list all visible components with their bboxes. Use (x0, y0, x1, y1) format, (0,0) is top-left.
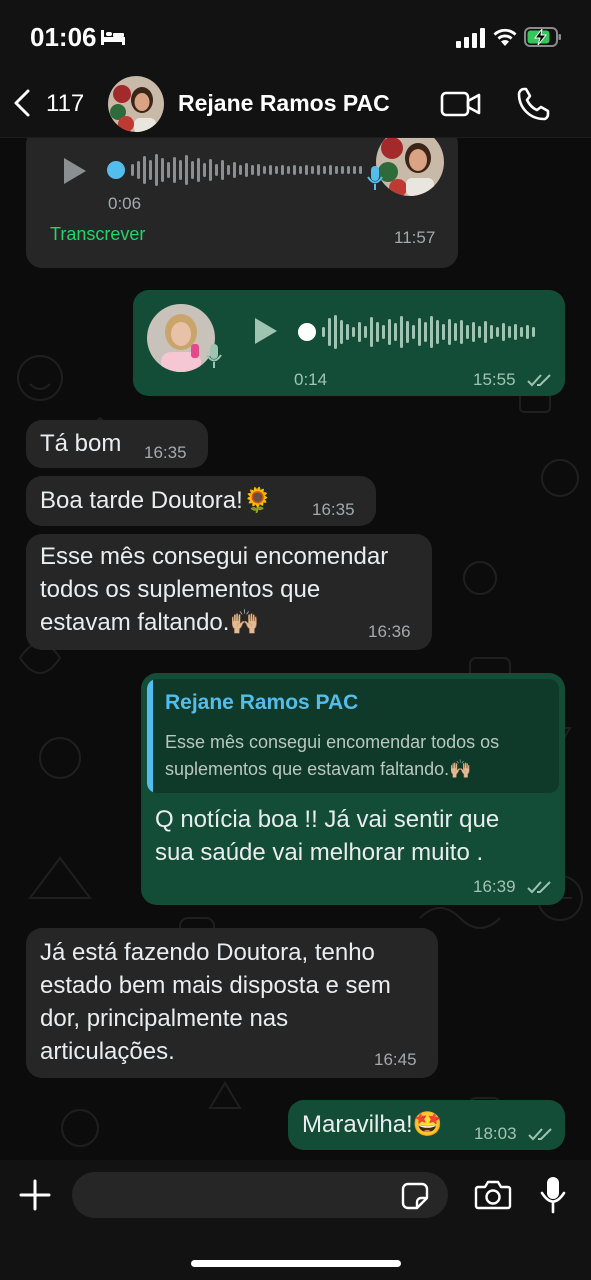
message-incoming[interactable]: Boa tarde Doutora!🌻 16:35 (26, 476, 376, 526)
phone-icon[interactable] (516, 86, 550, 122)
wifi-icon (493, 28, 517, 46)
play-icon[interactable] (60, 156, 88, 186)
mic-icon (367, 166, 383, 190)
quoted-message[interactable]: Rejane Ramos PAC Esse mês consegui encom… (147, 679, 559, 793)
chat-area[interactable]: 0:06 Transcrever 11:57 0:14 15:55 Tá bom… (0, 138, 591, 1160)
message-incoming[interactable]: Esse mês consegui encomendar todos os su… (26, 534, 432, 650)
star-struck-emoji: 🤩 (412, 1111, 443, 1138)
bed-icon (101, 30, 125, 45)
double-check-icon (527, 374, 551, 387)
back-button[interactable]: 117 (12, 86, 92, 122)
message-line: articulações. (40, 1038, 175, 1065)
waveform[interactable] (106, 148, 371, 192)
double-check-icon (527, 881, 551, 894)
mic-icon (206, 344, 222, 368)
raised-hands-emoji: 🙌🏼 (449, 759, 472, 779)
message-time: 16:39 (473, 877, 516, 896)
voice-message-outgoing[interactable]: 0:14 15:55 (133, 290, 565, 396)
contact-name[interactable]: Rejane Ramos PAC (178, 90, 390, 117)
raised-hands-emoji: 🙌🏼 (229, 609, 260, 636)
message-time: 11:57 (394, 228, 436, 247)
message-time: 15:55 (473, 370, 516, 389)
waveform[interactable] (297, 310, 547, 354)
status-time: 01:06 (30, 22, 97, 52)
message-outgoing[interactable]: Maravilha!🤩 18:03 (288, 1100, 565, 1150)
message-line: estado bem mais disposta e sem (40, 972, 391, 999)
mic-icon[interactable] (539, 1174, 567, 1214)
message-line: sua saúde vai melhorar muito . (155, 839, 484, 866)
video-call-icon[interactable] (440, 89, 482, 119)
message-time: 16:35 (312, 500, 355, 519)
unread-count: 117 (46, 90, 85, 117)
quote-author: Rejane Ramos PAC (165, 691, 359, 714)
sunflower-emoji: 🌻 (242, 487, 273, 514)
contact-avatar[interactable] (108, 76, 164, 132)
quote-text: Esse mês consegui encomendar todos os (165, 732, 500, 752)
voice-message-incoming[interactable]: 0:06 Transcrever 11:57 (26, 138, 458, 268)
message-text: Boa tarde Doutora! (40, 487, 243, 514)
double-check-icon (528, 1128, 552, 1141)
message-time: 16:35 (144, 443, 187, 462)
plus-icon[interactable] (18, 1178, 52, 1212)
message-time: 16:45 (374, 1050, 417, 1069)
message-outgoing-reply[interactable]: Rejane Ramos PAC Esse mês consegui encom… (141, 673, 565, 905)
home-indicator (191, 1260, 401, 1267)
transcribe-link[interactable]: Transcrever (50, 224, 145, 245)
message-line: Esse mês consegui encomendar (40, 543, 389, 570)
message-line: Já está fazendo Doutora, tenho (40, 939, 375, 966)
chat-header: 117 Rejane Ramos PAC (0, 72, 591, 138)
sender-avatar (376, 138, 444, 196)
back-icon (14, 89, 30, 117)
message-line: estavam faltando. (40, 609, 230, 636)
signal-icon (456, 28, 485, 48)
quote-text: suplementos que estavam faltando. (165, 759, 450, 779)
sticker-icon[interactable] (400, 1181, 430, 1211)
composer-bar (0, 1160, 591, 1280)
play-icon[interactable] (251, 316, 279, 346)
quote-bar (147, 679, 153, 793)
message-time: 18:03 (474, 1124, 517, 1143)
camera-icon[interactable] (474, 1178, 512, 1210)
voice-duration: 0:06 (108, 194, 142, 213)
message-incoming[interactable]: Tá bom 16:35 (26, 420, 208, 468)
message-incoming[interactable]: Já está fazendo Doutora, tenho estado be… (26, 928, 438, 1078)
message-input[interactable] (72, 1172, 448, 1218)
message-text: Maravilha! (302, 1111, 413, 1138)
message-line: dor, principalmente nas (40, 1005, 289, 1032)
battery-icon (524, 27, 561, 47)
message-line: Q notícia boa !! Já vai sentir que (155, 806, 500, 833)
message-text: Tá bom (40, 430, 122, 457)
message-time: 16:36 (368, 622, 411, 641)
message-line: todos os suplementos que (40, 576, 321, 603)
status-bar: 01:06 (0, 0, 591, 72)
voice-duration: 0:14 (294, 370, 328, 389)
